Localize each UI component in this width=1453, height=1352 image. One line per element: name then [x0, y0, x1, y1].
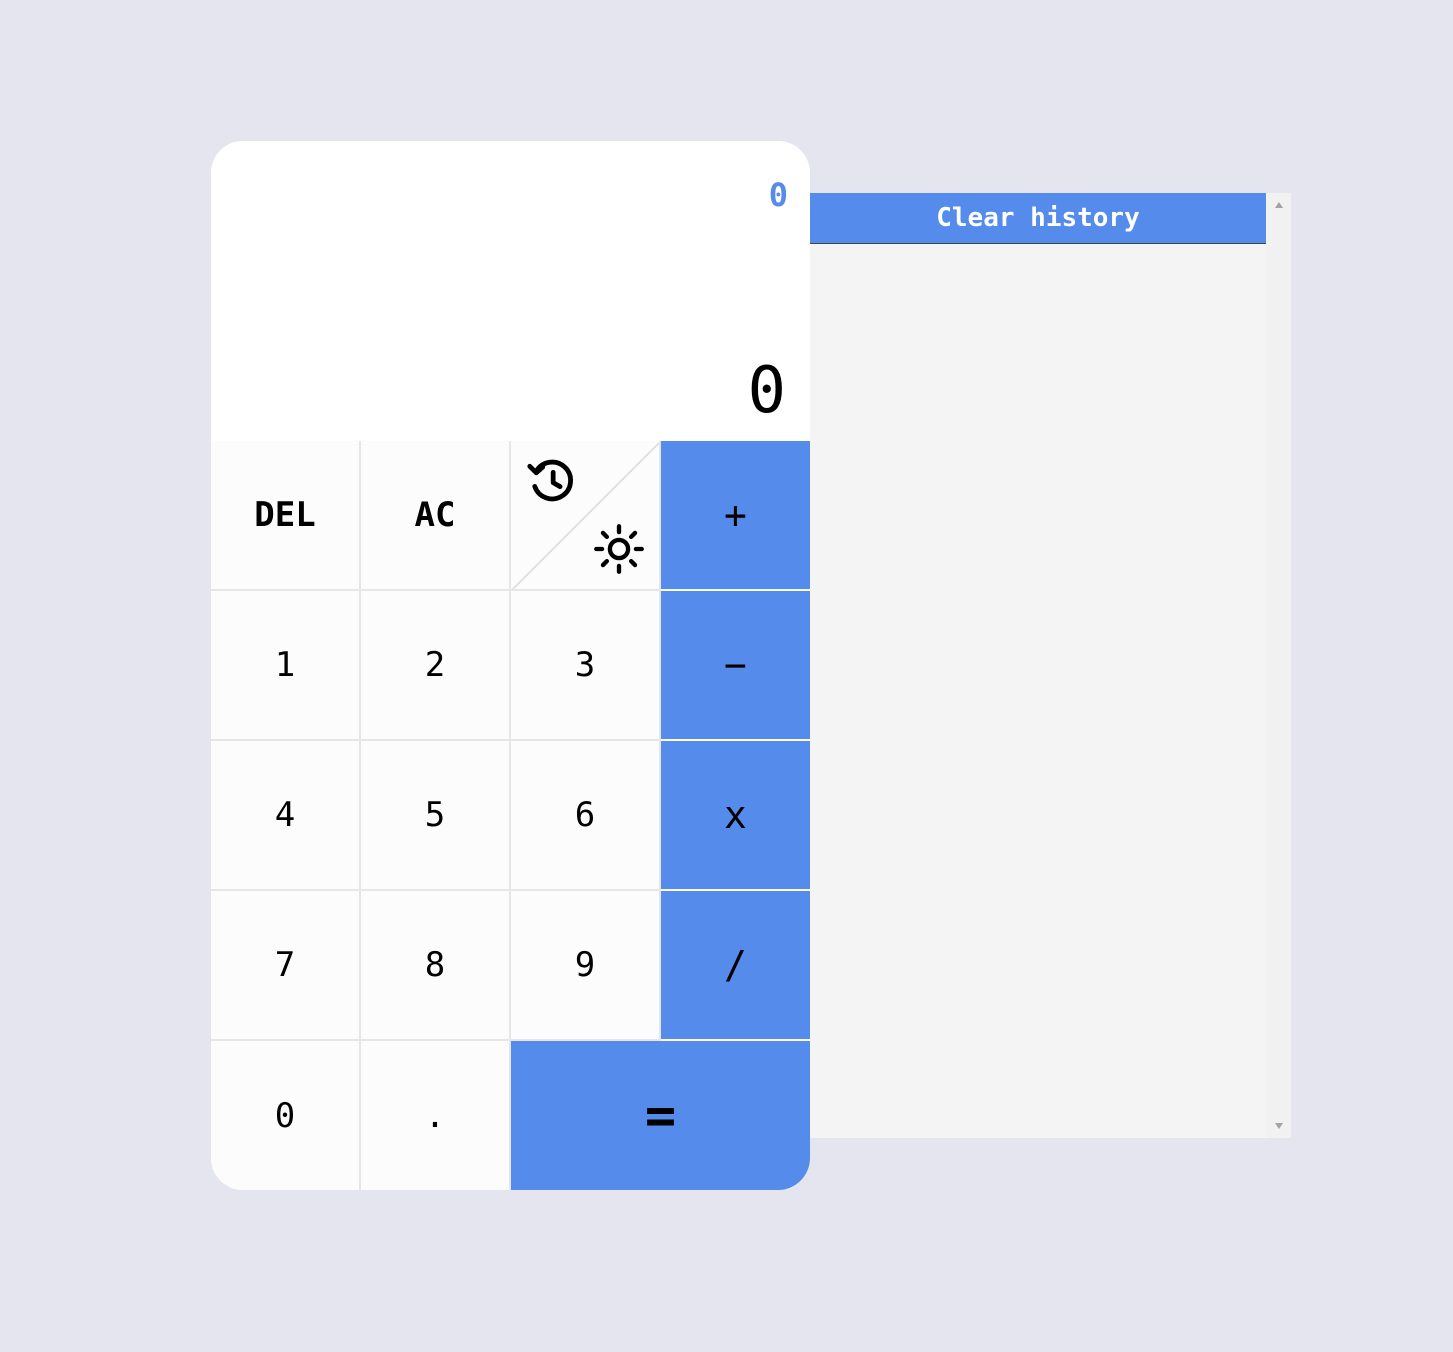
- display: 0 0: [211, 141, 810, 441]
- digit-1-button[interactable]: 1: [211, 591, 361, 741]
- plus-button[interactable]: +: [661, 441, 810, 591]
- digit-4-button[interactable]: 4: [211, 741, 361, 891]
- scroll-up-arrow-icon[interactable]: [1266, 193, 1291, 217]
- current-operand: 0: [747, 354, 786, 428]
- keypad: DEL AC + 1 2 3 − 4 5 6 x 7 8 9 / 0 . =: [211, 441, 810, 1190]
- digit-8-button[interactable]: 8: [361, 891, 511, 1041]
- history-panel: Clear history: [810, 193, 1291, 1138]
- minus-button[interactable]: −: [661, 591, 810, 741]
- clear-history-button[interactable]: Clear history: [810, 193, 1266, 244]
- history-icon[interactable]: [525, 455, 577, 507]
- history-theme-key: [511, 441, 661, 591]
- digit-7-button[interactable]: 7: [211, 891, 361, 1041]
- delete-button[interactable]: DEL: [211, 441, 361, 591]
- multiply-button[interactable]: x: [661, 741, 810, 891]
- digit-5-button[interactable]: 5: [361, 741, 511, 891]
- all-clear-button[interactable]: AC: [361, 441, 511, 591]
- decimal-button[interactable]: .: [361, 1041, 511, 1190]
- previous-operand: 0: [768, 176, 788, 214]
- digit-0-button[interactable]: 0: [211, 1041, 361, 1190]
- digit-9-button[interactable]: 9: [511, 891, 661, 1041]
- digit-2-button[interactable]: 2: [361, 591, 511, 741]
- digit-6-button[interactable]: 6: [511, 741, 661, 891]
- digit-3-button[interactable]: 3: [511, 591, 661, 741]
- sun-icon[interactable]: [593, 523, 645, 575]
- history-scrollbar[interactable]: [1266, 193, 1291, 1138]
- equals-button[interactable]: =: [511, 1041, 810, 1190]
- calculator: 0 0 DEL AC + 1 2 3 − 4 5 6 x 7 8 9 / 0 .…: [211, 141, 810, 1190]
- divide-button[interactable]: /: [661, 891, 810, 1041]
- scroll-down-arrow-icon[interactable]: [1266, 1114, 1291, 1138]
